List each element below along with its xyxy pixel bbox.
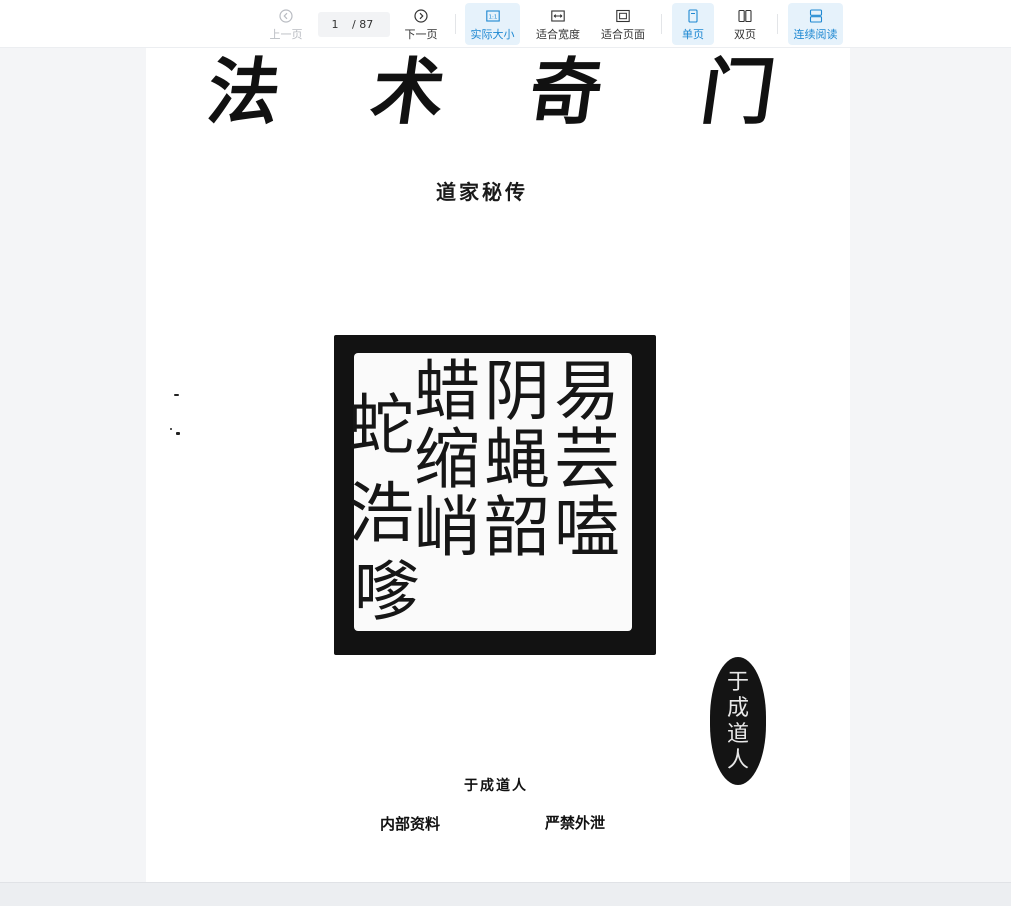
page-number-input[interactable] [318, 18, 352, 31]
chevron-left-circle-icon [279, 9, 293, 23]
fit-width-button[interactable]: 适合宽度 [533, 3, 583, 45]
oval-seal-char: 成 [726, 696, 749, 721]
viewer-toolbar: 上一页 / 87 下一页 1:1 实际大小 适合宽度 适合页面 单页 双页 连续… [0, 0, 1011, 48]
toolbar-divider [777, 14, 778, 34]
scan-speck [176, 432, 180, 435]
continuous-read-label: 连续阅读 [793, 28, 838, 41]
actual-size-glyph: 1:1 [488, 15, 497, 21]
single-page-label: 单页 [682, 28, 704, 41]
double-page-label: 双页 [734, 28, 756, 41]
internal-material-note: 内部资料 [380, 815, 441, 833]
document-viewport[interactable]: 法 术 奇 门 道家秘传 易 阴 蜡 芸 蝇 缩 蛇 嗑 韶 峭 浩 嗲 于 成… [0, 48, 1011, 882]
fit-page-button[interactable]: 适合页面 [598, 3, 648, 45]
author-name: 于成道人 [464, 778, 528, 794]
toolbar-divider [455, 14, 456, 34]
scan-speck [174, 394, 179, 396]
double-page-button[interactable]: 双页 [724, 3, 766, 45]
seal-char: 嗲 [354, 553, 420, 630]
prev-page-label: 上一页 [269, 28, 303, 41]
oval-seal-char: 人 [726, 748, 749, 773]
fit-page-label: 适合页面 [601, 28, 645, 41]
page-total: / 87 [352, 18, 374, 31]
seal-char: 韶 [484, 489, 550, 566]
continuous-read-icon [809, 9, 822, 23]
single-page-button[interactable]: 单页 [672, 3, 714, 45]
page-indicator: / 87 [318, 12, 390, 37]
seal-char: 嗑 [554, 489, 620, 566]
fit-width-icon [551, 10, 565, 22]
seal-char: 峭 [414, 489, 480, 566]
scan-speck [170, 428, 172, 430]
book-title: 法 术 奇 门 [146, 49, 850, 134]
oval-seal-char: 于 [726, 670, 749, 695]
title-char: 法 [202, 49, 287, 134]
oval-seal-char: 道 [726, 722, 749, 747]
seal-char: 芸 [554, 421, 620, 498]
seal-char: 浩 [348, 475, 414, 552]
bottom-scroll-bar[interactable] [0, 882, 1011, 906]
actual-size-icon: 1:1 [485, 10, 500, 22]
book-subtitle: 道家秘传 [436, 180, 528, 204]
chevron-right-circle-icon [414, 9, 428, 23]
document-page: 法 术 奇 门 道家秘传 易 阴 蜡 芸 蝇 缩 蛇 嗑 韶 峭 浩 嗲 于 成… [146, 48, 850, 882]
double-page-icon [738, 9, 752, 23]
next-page-button[interactable]: 下一页 [400, 3, 442, 45]
square-seal-image: 易 阴 蜡 芸 蝇 缩 蛇 嗑 韶 峭 浩 嗲 [334, 335, 656, 655]
title-char: 奇 [524, 49, 609, 134]
seal-char: 蝇 [484, 421, 550, 498]
actual-size-button[interactable]: 1:1 实际大小 [465, 3, 520, 45]
seal-char: 易 [554, 353, 620, 430]
seal-char: 缩 [414, 421, 480, 498]
fit-width-label: 适合宽度 [536, 28, 580, 41]
continuous-read-button[interactable]: 连续阅读 [788, 3, 843, 45]
fit-page-icon [616, 9, 630, 23]
seal-face: 易 阴 蜡 芸 蝇 缩 蛇 嗑 韶 峭 浩 嗲 [348, 353, 632, 631]
next-page-label: 下一页 [404, 28, 438, 41]
toolbar-divider [661, 14, 662, 34]
no-leak-note: 严禁外泄 [545, 814, 606, 832]
title-char: 门 [696, 49, 781, 134]
prev-page-button[interactable]: 上一页 [265, 3, 307, 45]
seal-char: 蜡 [414, 353, 480, 430]
single-page-icon [688, 9, 698, 23]
title-char: 术 [366, 49, 451, 134]
actual-size-label: 实际大小 [470, 28, 515, 41]
oval-seal-image: 于 成 道 人 [710, 657, 766, 785]
seal-char: 蛇 [348, 387, 414, 464]
seal-char: 阴 [484, 353, 550, 430]
